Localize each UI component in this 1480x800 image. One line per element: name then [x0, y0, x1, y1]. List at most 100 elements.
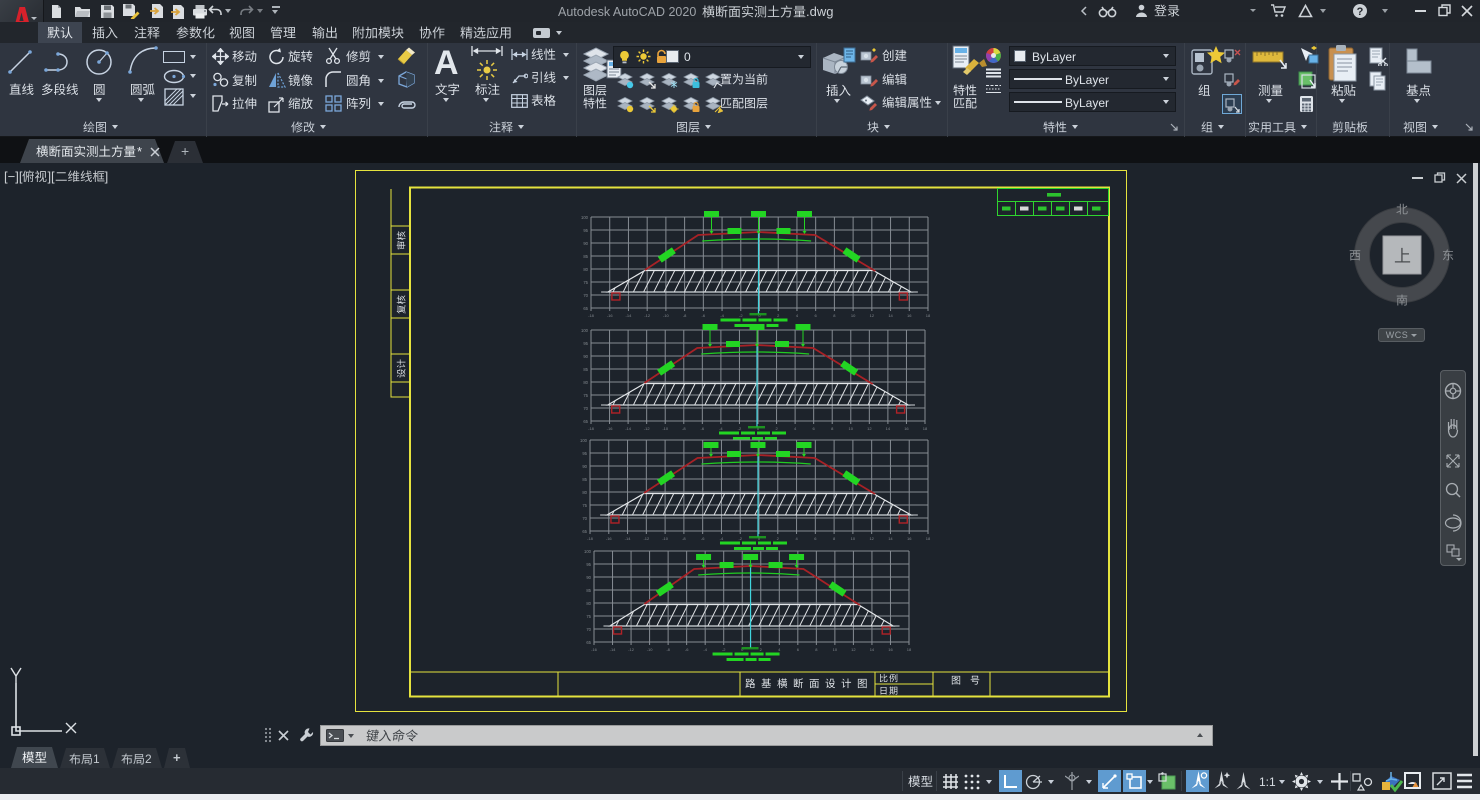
svg-text:18: 18 — [907, 647, 912, 652]
svg-text:65: 65 — [583, 419, 588, 424]
svg-text:10: 10 — [851, 313, 856, 318]
svg-text:90: 90 — [582, 464, 587, 469]
svg-text:?: ? — [1357, 6, 1364, 18]
svg-text:10: 10 — [833, 647, 838, 652]
svg-text:70: 70 — [583, 293, 588, 298]
svg-text:4: 4 — [796, 313, 799, 318]
svg-text:90: 90 — [583, 354, 588, 359]
svg-text:100: 100 — [581, 328, 589, 333]
svg-text:85: 85 — [583, 254, 588, 259]
svg-text:16: 16 — [907, 313, 912, 318]
svg-text:12: 12 — [870, 313, 875, 318]
svg-text:-10: -10 — [663, 313, 670, 318]
svg-text:10: 10 — [851, 536, 856, 541]
svg-text:100: 100 — [584, 549, 592, 554]
svg-text:6: 6 — [797, 647, 800, 652]
svg-text:65: 65 — [586, 640, 591, 645]
svg-text:-18: -18 — [587, 536, 594, 541]
svg-text:-12: -12 — [628, 647, 635, 652]
svg-text:65: 65 — [583, 306, 588, 311]
svg-text:18: 18 — [926, 536, 931, 541]
svg-text:-12: -12 — [643, 536, 650, 541]
svg-text:2: 2 — [777, 536, 780, 541]
svg-text:14: 14 — [886, 426, 891, 431]
svg-text:12: 12 — [851, 647, 856, 652]
svg-text:85: 85 — [586, 588, 591, 593]
svg-text:2: 2 — [775, 426, 778, 431]
svg-text:100: 100 — [580, 438, 588, 443]
svg-text:80: 80 — [583, 380, 588, 385]
svg-text:8: 8 — [831, 426, 834, 431]
svg-text:90: 90 — [583, 241, 588, 246]
svg-text:70: 70 — [582, 516, 587, 521]
svg-text:-4: -4 — [720, 313, 724, 318]
svg-text:14: 14 — [870, 647, 875, 652]
svg-text:-2: -2 — [738, 426, 742, 431]
svg-text:75: 75 — [586, 614, 591, 619]
svg-text:10: 10 — [849, 426, 854, 431]
svg-text:95: 95 — [583, 341, 588, 346]
svg-text:-4: -4 — [719, 426, 723, 431]
svg-text:14: 14 — [888, 536, 893, 541]
svg-text:-6: -6 — [702, 313, 706, 318]
svg-text:75: 75 — [582, 503, 587, 508]
svg-text:-16: -16 — [606, 536, 613, 541]
svg-text:-10: -10 — [662, 536, 669, 541]
svg-text:-8: -8 — [682, 426, 686, 431]
svg-text:-14: -14 — [625, 536, 632, 541]
svg-text:6: 6 — [814, 536, 817, 541]
svg-text:2: 2 — [777, 313, 780, 318]
svg-text:100: 100 — [581, 215, 589, 220]
svg-text:-8: -8 — [683, 313, 687, 318]
svg-text:16: 16 — [907, 536, 912, 541]
svg-text:95: 95 — [586, 562, 591, 567]
svg-text:2: 2 — [760, 647, 763, 652]
svg-text:65: 65 — [582, 529, 587, 534]
svg-text:-2: -2 — [739, 313, 743, 318]
svg-text:14: 14 — [888, 313, 893, 318]
svg-text:-6: -6 — [701, 426, 705, 431]
svg-text:70: 70 — [586, 627, 591, 632]
svg-text:75: 75 — [583, 280, 588, 285]
svg-text:-18: -18 — [588, 426, 595, 431]
svg-text:4: 4 — [794, 426, 797, 431]
svg-text:4: 4 — [795, 536, 798, 541]
svg-text:-18: -18 — [588, 313, 595, 318]
svg-text:18: 18 — [923, 426, 928, 431]
svg-text:6: 6 — [813, 426, 816, 431]
svg-text:-8: -8 — [682, 536, 686, 541]
svg-text:16: 16 — [888, 647, 893, 652]
svg-text:90: 90 — [586, 575, 591, 580]
svg-text:-12: -12 — [644, 313, 651, 318]
svg-text:12: 12 — [869, 536, 874, 541]
svg-text:80: 80 — [582, 490, 587, 495]
svg-text:8: 8 — [815, 647, 818, 652]
svg-text:6: 6 — [815, 313, 818, 318]
svg-text:85: 85 — [582, 477, 587, 482]
svg-text:-16: -16 — [591, 647, 598, 652]
svg-text:-16: -16 — [607, 313, 614, 318]
svg-text:-4: -4 — [703, 647, 707, 652]
svg-text:85: 85 — [583, 367, 588, 372]
svg-text:80: 80 — [583, 267, 588, 272]
svg-text:-8: -8 — [666, 647, 670, 652]
svg-text:16: 16 — [904, 426, 909, 431]
svg-text:-14: -14 — [625, 426, 632, 431]
svg-text:-14: -14 — [626, 313, 633, 318]
svg-text:-6: -6 — [685, 647, 689, 652]
svg-text:75: 75 — [583, 393, 588, 398]
svg-text:-12: -12 — [644, 426, 651, 431]
svg-text:-4: -4 — [720, 536, 724, 541]
svg-text:-6: -6 — [701, 536, 705, 541]
svg-text:4: 4 — [778, 647, 781, 652]
svg-text:80: 80 — [586, 601, 591, 606]
svg-text:70: 70 — [583, 406, 588, 411]
svg-text:8: 8 — [833, 536, 836, 541]
svg-text:8: 8 — [833, 313, 836, 318]
svg-text:-14: -14 — [610, 647, 617, 652]
svg-text:18: 18 — [926, 313, 931, 318]
svg-text:95: 95 — [583, 228, 588, 233]
svg-text:-2: -2 — [722, 647, 726, 652]
svg-text:-16: -16 — [607, 426, 614, 431]
svg-text:-2: -2 — [738, 536, 742, 541]
